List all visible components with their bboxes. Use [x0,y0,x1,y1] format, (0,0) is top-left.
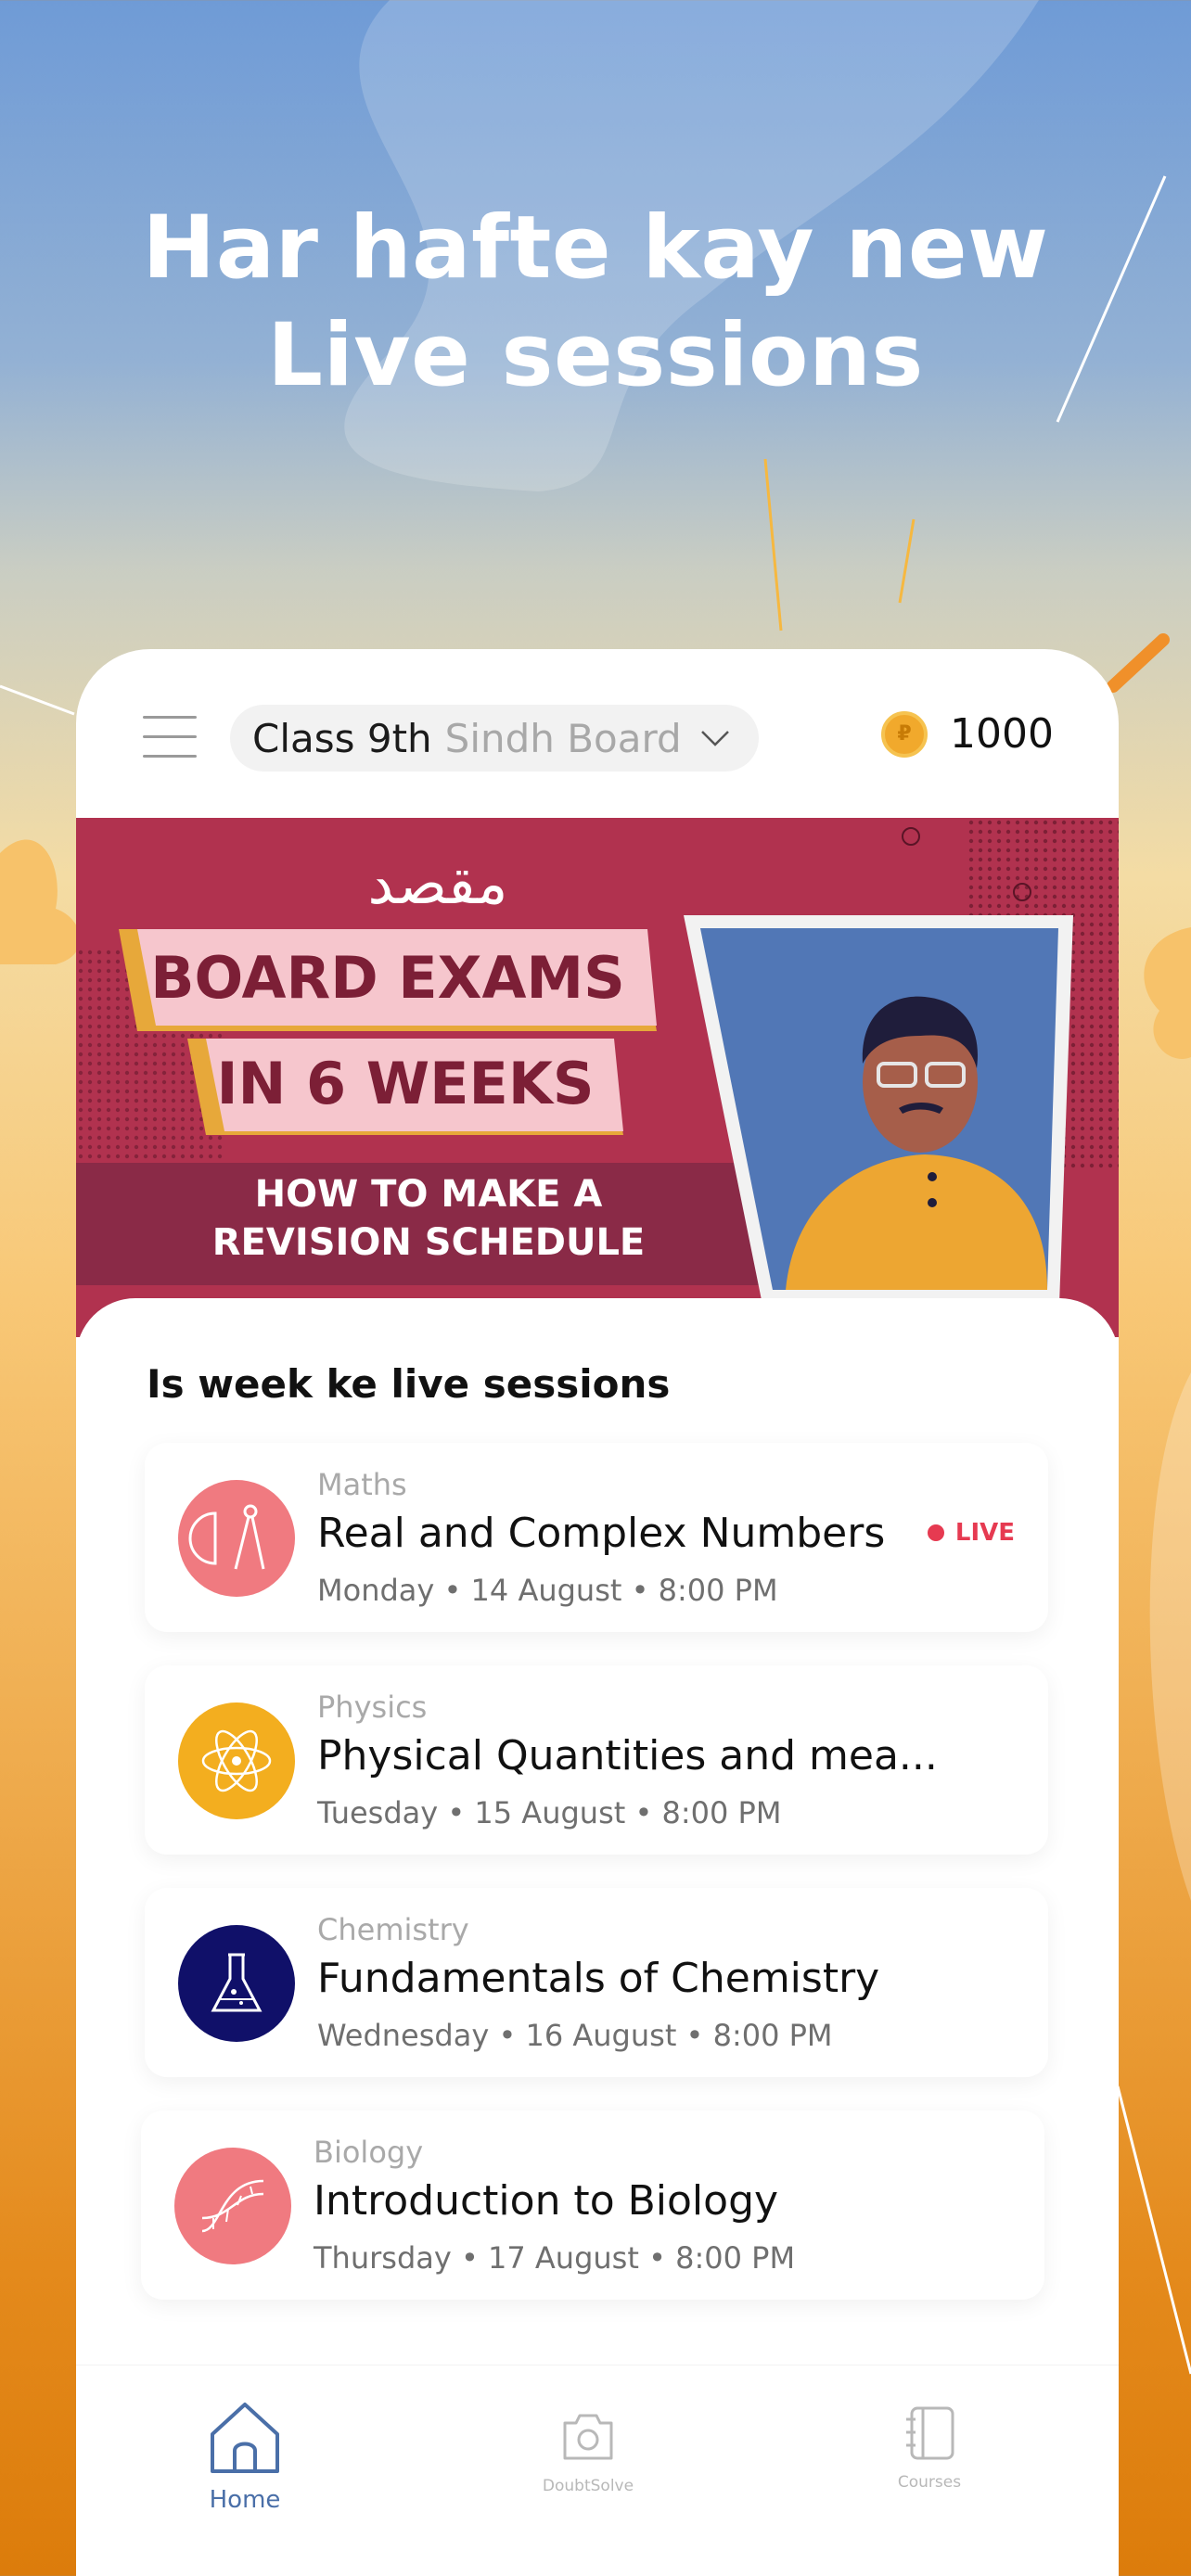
session-time: Wednesday • 16 August • 8:00 PM [317,2018,833,2053]
promo-banner[interactable]: مقصد BOARD EXAMS IN 6 WEEKS HOW TO MAKE … [76,818,1119,1337]
teacher-illustration [684,915,1073,1305]
compass-protractor-icon [178,1480,295,1597]
live-badge: LIVE [927,1519,1015,1547]
tab-home-label: Home [209,2486,281,2514]
flask-icon [178,1925,295,2042]
banner-title-2: IN 6 WEEKS [216,1050,595,1117]
tab-doubtsolve-label: DoubtSolve [542,2477,634,2495]
tab-home[interactable]: Home [152,2399,338,2514]
headline-line-1: Har hafte kay new [142,198,1049,299]
chevron-down-icon [700,731,729,746]
board-label: Sindh Board [444,715,682,761]
coin-icon: ₽ [881,710,928,758]
class-label: Class 9th [252,715,432,761]
banner-subtitle-line-1: HOW TO MAKE A [254,1173,603,1216]
menu-icon[interactable] [143,716,197,759]
session-title: Physical Quantities and mea... [317,1732,938,1779]
session-subject: Chemistry [317,1912,469,1947]
session-time: Tuesday • 15 August • 8:00 PM [317,1795,782,1830]
session-title: Real and Complex Numbers [317,1510,886,1557]
banner-subtitle-line-2: REVISION SCHEDULE [211,1221,646,1264]
tab-courses-label: Courses [897,2473,962,2492]
session-card-physics[interactable]: Physics Physical Quantities and mea... T… [145,1665,1048,1855]
headline-line-2: Live sessions [267,305,924,406]
atom-icon [178,1702,295,1819]
coin-balance[interactable]: ₽ 1000 [881,710,1054,758]
tab-courses[interactable]: Courses [837,2399,1022,2492]
brand-logo: مقصد [367,849,508,917]
session-time: Monday • 14 August • 8:00 PM [317,1573,778,1608]
session-subject: Physics [317,1690,428,1725]
camera-icon [563,2414,613,2460]
session-subject: Biology [314,2135,424,2170]
session-card-biology[interactable]: Biology Introduction to Biology Thursday… [141,2111,1044,2300]
sessions-section-title: Is week ke live sessions [147,1361,671,1407]
app-screen: Class 9th Sindh Board ₽ 1000 مقصد BOARD … [76,649,1119,2576]
session-title: Fundamentals of Chemistry [317,1955,880,2002]
dna-icon [174,2148,291,2264]
session-subject: Maths [317,1467,407,1502]
top-bar: Class 9th Sindh Board ₽ 1000 [76,649,1119,818]
session-card-chemistry[interactable]: Chemistry Fundamentals of Chemistry Wedn… [145,1888,1048,2077]
promo-headline: Har hafte kay new Live sessions [0,195,1191,410]
coin-count: 1000 [950,710,1054,758]
live-label: LIVE [954,1519,1015,1547]
banner-subtitle: HOW TO MAKE A REVISION SCHEDULE [104,1170,753,1267]
banner-title-1: BOARD EXAMS [150,944,625,1012]
bottom-tab-bar: Home DoubtSolve Courses [76,2365,1119,2576]
tab-doubtsolve[interactable]: DoubtSolve [495,2399,681,2495]
session-card-maths[interactable]: Maths Real and Complex Numbers Monday • … [145,1443,1048,1632]
notebook-icon [906,2406,954,2460]
live-dot-icon [927,1524,944,1541]
home-icon [211,2403,279,2473]
class-selector[interactable]: Class 9th Sindh Board [230,705,759,772]
session-title: Introduction to Biology [314,2177,779,2225]
session-time: Thursday • 17 August • 8:00 PM [314,2240,796,2276]
